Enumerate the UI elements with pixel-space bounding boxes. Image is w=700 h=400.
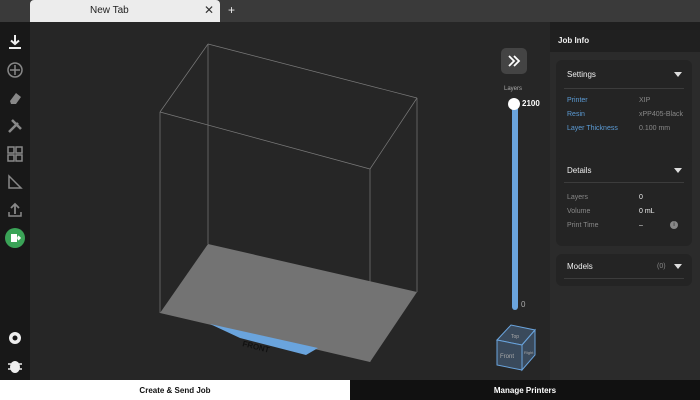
- layer-thickness-label: Layer Thickness: [567, 125, 618, 132]
- measure-icon[interactable]: [5, 172, 25, 192]
- bottom-bar: Create & Send Job Manage Printers: [0, 380, 700, 400]
- printer-label: Printer: [567, 97, 588, 104]
- models-title[interactable]: Models: [567, 262, 593, 271]
- details-title[interactable]: Details: [567, 166, 591, 175]
- volume-value: 0 mL: [639, 208, 655, 215]
- settings-title[interactable]: Settings: [567, 70, 596, 79]
- volume-label: Volume: [567, 208, 591, 215]
- resin-value: xPP405-Black: [639, 111, 683, 118]
- layer-slider-handle[interactable]: [508, 98, 520, 110]
- panel-title: Job Info: [558, 36, 590, 45]
- layer-slider-track[interactable]: [512, 102, 518, 310]
- layers-stat-label: Layers: [567, 194, 589, 201]
- create-send-job-button[interactable]: Create & Send Job: [0, 380, 350, 400]
- models-count: (0): [657, 263, 666, 270]
- settings-card: Settings Printer XIP Resin xPP405-Black …: [556, 60, 692, 170]
- print-time-value: –: [639, 222, 643, 229]
- sidebar: [0, 22, 30, 380]
- tab-bar: New Tab ✕ +: [0, 0, 700, 22]
- cube-top-label: Top: [511, 334, 519, 340]
- settings-gear-icon[interactable]: [5, 328, 25, 348]
- tab-new-tab[interactable]: New Tab ✕: [30, 0, 220, 22]
- resin-label: Resin: [567, 111, 585, 118]
- chevron-down-icon[interactable]: [674, 168, 682, 173]
- view-cube[interactable]: Top Front Right: [496, 324, 536, 372]
- info-icon[interactable]: i: [670, 221, 678, 229]
- print-time-label: Print Time: [567, 222, 599, 229]
- panel-header: Job Info: [550, 30, 700, 52]
- tools-icon[interactable]: [5, 116, 25, 136]
- download-icon[interactable]: [5, 32, 25, 52]
- divider: [564, 88, 684, 89]
- details-card: Details Layers 0 Volume 0 mL Print Time …: [556, 158, 692, 246]
- new-tab-button[interactable]: +: [228, 3, 235, 17]
- cube-right-label: Right: [524, 350, 534, 355]
- upload-icon[interactable]: [5, 200, 25, 220]
- eraser-icon[interactable]: [5, 88, 25, 108]
- chevron-down-icon[interactable]: [674, 264, 682, 269]
- manage-printers-button[interactable]: Manage Printers: [350, 380, 700, 400]
- job-info-panel: Job Info Settings Printer XIP Resin xPP4…: [550, 30, 700, 380]
- export-icon[interactable]: [5, 228, 25, 248]
- cube-front-label: Front: [500, 354, 514, 360]
- bug-icon[interactable]: [5, 356, 25, 376]
- close-icon[interactable]: ✕: [204, 3, 214, 17]
- divider: [564, 278, 684, 279]
- 3d-viewport[interactable]: FRONT Top Front Right: [30, 22, 550, 380]
- tab-title: New Tab: [90, 5, 129, 16]
- layout-icon[interactable]: [5, 144, 25, 164]
- divider: [564, 182, 684, 183]
- layer-thickness-value: 0.100 mm: [639, 125, 671, 132]
- expand-panel-button[interactable]: [501, 48, 527, 74]
- layer-min-value: 0: [521, 300, 526, 309]
- printer-value: XIP: [639, 97, 651, 104]
- models-card: Models (0): [556, 254, 692, 286]
- move-icon[interactable]: [5, 60, 25, 80]
- layers-stat-value: 0: [639, 194, 643, 201]
- chevron-down-icon[interactable]: [674, 72, 682, 77]
- layer-max-value: 2100: [522, 99, 540, 108]
- layers-label: Layers: [504, 86, 523, 92]
